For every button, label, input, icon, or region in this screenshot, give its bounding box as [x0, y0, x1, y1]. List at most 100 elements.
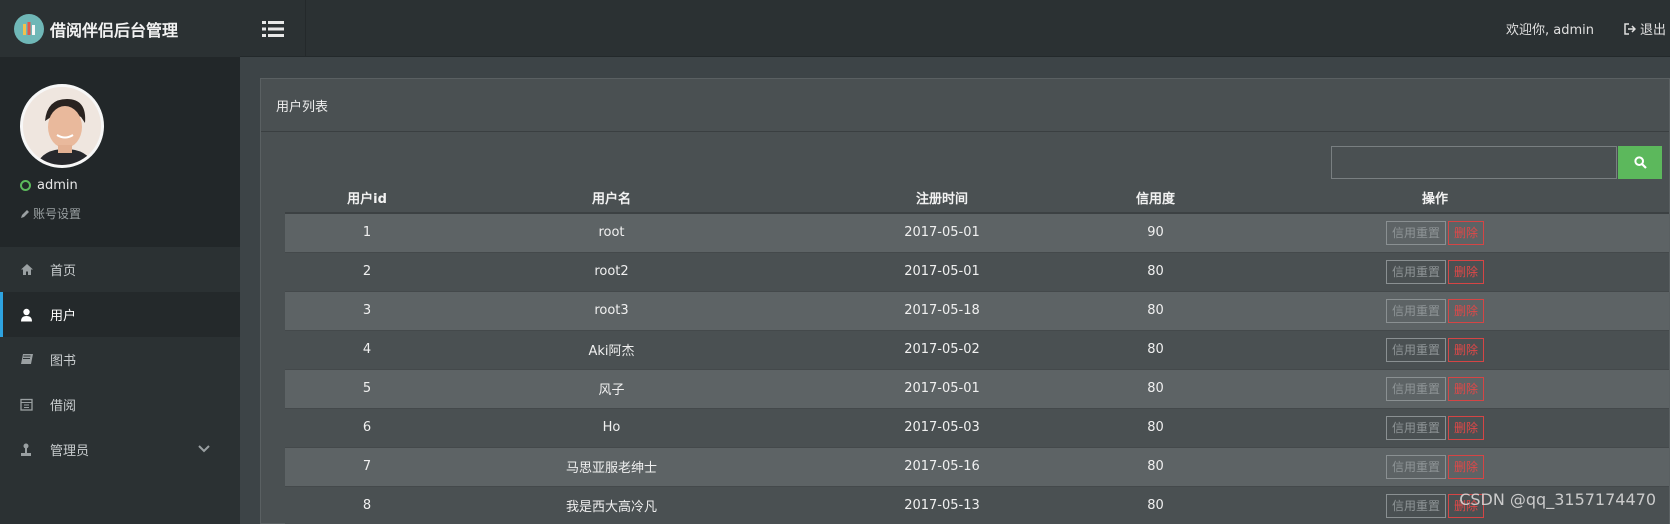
user-icon: [20, 308, 50, 322]
sidebar-item-label: 图书: [50, 354, 77, 369]
table-row: 2 root2 2017-05-01 80 信用重置 删除: [285, 252, 1669, 292]
online-status-icon: [20, 180, 31, 191]
sidebar-item-users[interactable]: 用户: [0, 292, 240, 337]
panel-title: 用户列表: [261, 79, 1669, 132]
calendar-icon: [20, 398, 50, 411]
cell-id: 6: [285, 408, 449, 448]
cell-id: 4: [285, 330, 449, 370]
profile-panel: admin 账号设置: [0, 57, 240, 247]
logout-link[interactable]: 退出: [1624, 19, 1666, 38]
cell-credit: 80: [1110, 369, 1201, 409]
cell-credit: 80: [1110, 330, 1201, 370]
sidebar-item-admin[interactable]: 管理员: [0, 427, 240, 472]
table-row: 1 root 2017-05-01 90 信用重置 删除: [285, 213, 1669, 253]
cell-actions: 信用重置 删除: [1201, 408, 1669, 448]
sidebar-item-label: 借阅: [50, 399, 77, 414]
admin-icon: [20, 443, 50, 457]
reset-credit-button[interactable]: 信用重置: [1385, 376, 1446, 401]
reset-credit-button[interactable]: 信用重置: [1385, 259, 1446, 284]
column-header-actions: 操作: [1201, 182, 1669, 214]
home-icon: [20, 263, 50, 276]
reset-credit-button[interactable]: 信用重置: [1385, 337, 1446, 362]
cell-username: 马思亚服老绅士: [449, 447, 774, 487]
reset-credit-button[interactable]: 信用重置: [1385, 454, 1446, 479]
sidebar-item-label: 首页: [50, 264, 77, 279]
account-settings-label: 账号设置: [33, 207, 82, 221]
delete-button[interactable]: 删除: [1448, 415, 1485, 440]
sidebar-item-books[interactable]: 图书: [0, 337, 240, 382]
cell-register-time: 2017-05-01: [774, 213, 1110, 253]
cell-username: root2: [449, 252, 774, 292]
chevron-down-icon[interactable]: [198, 442, 210, 457]
cell-actions: 信用重置 删除: [1201, 291, 1669, 331]
table-row: 7 马思亚服老绅士 2017-05-16 80 信用重置 删除: [285, 447, 1669, 487]
sidebar-item-borrow[interactable]: 借阅: [0, 382, 240, 427]
cell-id: 2: [285, 252, 449, 292]
cell-username: root3: [449, 291, 774, 331]
cell-register-time: 2017-05-01: [774, 252, 1110, 292]
cell-id: 1: [285, 213, 449, 253]
cell-register-time: 2017-05-02: [774, 330, 1110, 370]
delete-button[interactable]: 删除: [1448, 337, 1485, 362]
account-settings-link[interactable]: 账号设置: [20, 205, 81, 222]
avatar: [20, 84, 104, 168]
user-table: 用户id 用户名 注册时间 信用度 操作 1 root 2017-05-01 9…: [285, 182, 1669, 524]
sign-out-icon: [1624, 22, 1636, 35]
menu-toggle-button[interactable]: [240, 0, 306, 57]
column-header-username: 用户名: [449, 182, 774, 214]
cell-credit: 80: [1110, 447, 1201, 487]
search-button[interactable]: [1618, 146, 1662, 179]
table-row: 5 风子 2017-05-01 80 信用重置 删除: [285, 369, 1669, 409]
cell-actions: 信用重置 删除: [1201, 369, 1669, 409]
reset-credit-button[interactable]: 信用重置: [1385, 493, 1446, 518]
watermark: CSDN @qq_3157174470: [1459, 490, 1656, 509]
brand[interactable]: 借阅伴侣后台管理: [0, 0, 240, 57]
sidebar-item-label: 用户: [50, 309, 77, 324]
table-row: 6 Ho 2017-05-03 80 信用重置 删除: [285, 408, 1669, 448]
cell-actions: 信用重置 删除: [1201, 447, 1669, 487]
cell-register-time: 2017-05-01: [774, 369, 1110, 409]
cell-actions: 信用重置 删除: [1201, 252, 1669, 292]
cell-id: 7: [285, 447, 449, 487]
table-header-row: 用户id 用户名 注册时间 信用度 操作: [285, 182, 1669, 214]
logout-label: 退出: [1639, 23, 1666, 38]
delete-button[interactable]: 删除: [1448, 298, 1485, 323]
cell-register-time: 2017-05-03: [774, 408, 1110, 448]
delete-button[interactable]: 删除: [1448, 259, 1485, 284]
sidebar: admin 账号设置 首页 用户 图书 借阅 管理员: [0, 57, 240, 524]
cell-credit: 80: [1110, 486, 1201, 524]
cell-id: 3: [285, 291, 449, 331]
cell-credit: 80: [1110, 408, 1201, 448]
sidebar-item-label: 管理员: [50, 444, 90, 459]
table-row: 3 root3 2017-05-18 80 信用重置 删除: [285, 291, 1669, 331]
brand-logo-icon: [14, 13, 44, 44]
delete-button[interactable]: 删除: [1448, 376, 1485, 401]
cell-username: Ho: [449, 408, 774, 448]
cell-id: 5: [285, 369, 449, 409]
sidebar-item-home[interactable]: 首页: [0, 247, 240, 292]
cell-credit: 80: [1110, 291, 1201, 331]
welcome-text: 欢迎你, admin: [1505, 23, 1594, 38]
list-icon: [261, 20, 284, 37]
cell-register-time: 2017-05-18: [774, 291, 1110, 331]
cell-username: 风子: [449, 369, 774, 409]
delete-button[interactable]: 删除: [1448, 220, 1485, 245]
cell-username: root: [449, 213, 774, 253]
reset-credit-button[interactable]: 信用重置: [1385, 415, 1446, 440]
profile-username: admin: [37, 178, 78, 193]
cell-register-time: 2017-05-16: [774, 447, 1110, 487]
cell-actions: 信用重置 删除: [1201, 213, 1669, 253]
delete-button[interactable]: 删除: [1448, 454, 1485, 479]
book-icon: [20, 353, 50, 366]
table-row: 4 Aki阿杰 2017-05-02 80 信用重置 删除: [285, 330, 1669, 370]
pencil-icon: [21, 209, 29, 218]
cell-username: Aki阿杰: [449, 330, 774, 370]
column-header-credit: 信用度: [1110, 182, 1201, 214]
cell-register-time: 2017-05-13: [774, 486, 1110, 524]
reset-credit-button[interactable]: 信用重置: [1385, 298, 1446, 323]
user-list-panel: 用户列表 用户id 用户名 注册时间 信用度 操作 1 root 2017-05…: [260, 78, 1670, 524]
reset-credit-button[interactable]: 信用重置: [1385, 220, 1446, 245]
cell-credit: 90: [1110, 213, 1201, 253]
cell-username: 我是西大高冷凡: [449, 486, 774, 524]
search-input[interactable]: [1331, 146, 1617, 179]
